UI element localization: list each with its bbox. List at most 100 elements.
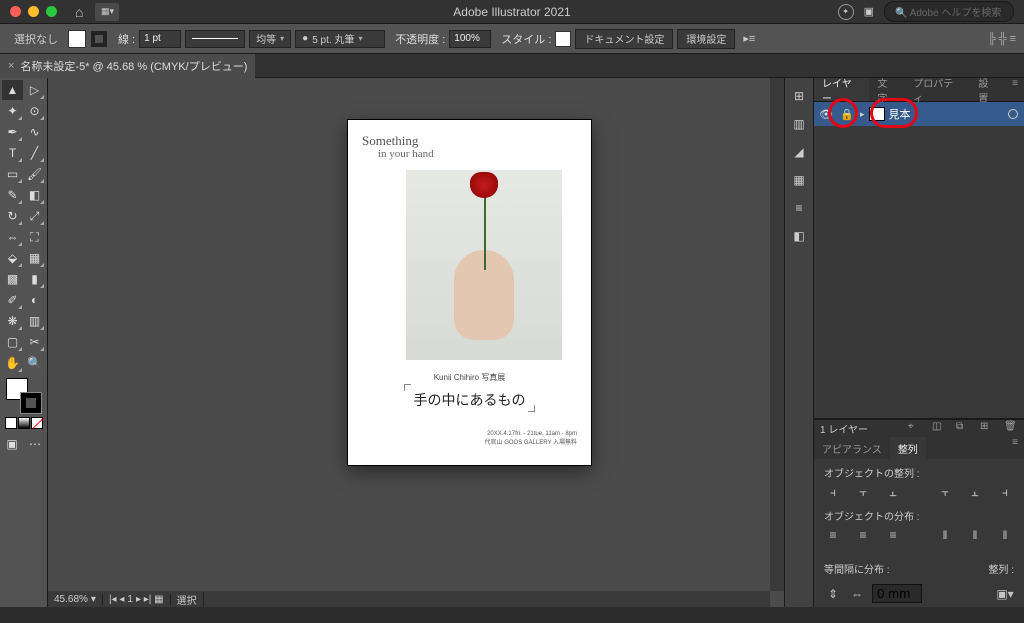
align-hcenter-icon[interactable]: ⫟ <box>854 484 872 500</box>
symbol-sprayer-tool[interactable]: ❋ <box>2 311 23 331</box>
document-tab[interactable]: × 名称未設定-5* @ 45.68 % (CMYK/プレビュー) <box>0 54 255 78</box>
align-vcenter-icon[interactable]: ⫠ <box>966 484 984 500</box>
dist-top-icon[interactable]: ≡ <box>824 527 842 543</box>
edit-toolbar[interactable]: ⋯ <box>24 434 46 454</box>
preferences-button[interactable]: 環境設定 <box>677 29 735 49</box>
properties-icon[interactable]: ⊞ <box>791 88 807 104</box>
screen-mode[interactable]: ▣ <box>1 434 23 454</box>
mesh-tool[interactable]: ▩ <box>2 269 23 289</box>
canvas[interactable]: Something in your hand Kunii Chihiro 写真展… <box>48 78 784 607</box>
libraries-icon[interactable]: ▥ <box>791 116 807 132</box>
stroke-swatch[interactable] <box>90 30 108 48</box>
color-icon[interactable]: ◢ <box>791 144 807 160</box>
fill-swatch[interactable] <box>68 30 86 48</box>
artboard-tool[interactable]: ▢ <box>2 332 23 352</box>
minimize-window[interactable] <box>28 6 39 17</box>
shape-builder-tool[interactable]: ⬙ <box>2 248 23 268</box>
tab-appearance[interactable]: アピアランス <box>814 437 890 459</box>
eraser-tool[interactable]: ◧ <box>24 185 45 205</box>
document-setup-button[interactable]: ドキュメント設定 <box>575 29 673 49</box>
brush-drop[interactable]: ● 5 pt. 丸筆 <box>295 30 385 48</box>
lasso-tool[interactable]: ⊙ <box>24 101 45 121</box>
style-swatch[interactable] <box>555 31 571 47</box>
scale-tool[interactable]: ⤢ <box>24 206 45 226</box>
align-to-selection-icon[interactable]: ▣▾ <box>996 586 1014 602</box>
graph-tool[interactable]: ▥ <box>24 311 45 331</box>
lock-icon[interactable]: 🔒 <box>838 105 856 123</box>
dist-vcenter-icon[interactable]: ≡ <box>854 527 872 543</box>
dist-vspace-icon[interactable]: ⇕ <box>824 586 842 602</box>
visibility-icon[interactable]: 👁 <box>818 108 834 121</box>
color-mode-color[interactable] <box>5 417 17 429</box>
shaper-tool[interactable]: ✎ <box>2 185 23 205</box>
tab-properties[interactable]: プロパティ <box>905 78 970 101</box>
curvature-tool[interactable]: ∿ <box>24 122 45 142</box>
help-search-input[interactable]: 🔍 Adobe ヘルプを検索 <box>884 1 1014 22</box>
vertical-scrollbar[interactable] <box>770 78 784 591</box>
perspective-tool[interactable]: ▦ <box>24 248 45 268</box>
align-icons-group[interactable]: ╠ ╬ ≡ <box>988 33 1016 45</box>
artboard[interactable]: Something in your hand Kunii Chihiro 写真展… <box>348 120 591 465</box>
dist-right-icon[interactable]: ‖ <box>996 527 1014 543</box>
blend-tool[interactable]: ◐ <box>24 290 45 310</box>
new-layer-icon[interactable]: ⊞ <box>980 421 994 435</box>
arrange-docs-icon[interactable]: ▣ <box>864 5 874 18</box>
rectangle-tool[interactable]: ▭ <box>2 164 23 184</box>
layer-name-label[interactable]: 見本 <box>889 106 911 122</box>
expand-icon[interactable]: ▸ <box>860 109 865 120</box>
workspace-switcher[interactable]: ▦▾ <box>95 3 119 21</box>
user-profile-icon[interactable]: ✦ <box>838 4 854 20</box>
stroke-weight-input[interactable] <box>139 30 181 48</box>
align-left-icon[interactable]: ⫞ <box>824 484 842 500</box>
stroke-align-drop[interactable]: 均等 <box>249 30 291 48</box>
align-right-icon[interactable]: ⫠ <box>884 484 902 500</box>
width-tool[interactable]: ⇔ <box>2 227 23 247</box>
swatches-icon[interactable]: ▦ <box>791 172 807 188</box>
maximize-window[interactable] <box>46 6 57 17</box>
stroke-color[interactable] <box>20 392 42 414</box>
dist-bottom-icon[interactable]: ≡ <box>884 527 902 543</box>
panel-menu-icon[interactable]: ≡ <box>1006 78 1024 101</box>
free-transform-tool[interactable]: ⛶ <box>24 227 45 247</box>
home-icon[interactable]: ⌂ <box>75 4 83 20</box>
gradient-tool[interactable]: ▮ <box>24 269 45 289</box>
dist-hcenter-icon[interactable]: ‖ <box>966 527 984 543</box>
align-bottom-icon[interactable]: ⫞ <box>996 484 1014 500</box>
make-clipping-mask-icon[interactable]: ◫ <box>932 421 946 435</box>
layer-row[interactable]: 👁 🔒 ▸ 見本 <box>814 102 1024 126</box>
stroke-panel-icon[interactable]: ≡ <box>791 200 807 216</box>
color-mode-none[interactable] <box>31 417 43 429</box>
selection-tool[interactable]: ▲ <box>2 80 23 100</box>
delete-layer-icon[interactable]: 🗑 <box>1004 421 1018 435</box>
magic-wand-tool[interactable]: ✦ <box>2 101 23 121</box>
tab-align[interactable]: 整列 <box>890 437 926 459</box>
align-top-icon[interactable]: ⫟ <box>936 484 954 500</box>
locate-object-icon[interactable]: ⌖ <box>908 421 922 435</box>
layer-thumbnail[interactable] <box>869 107 885 121</box>
rotate-tool[interactable]: ↻ <box>2 206 23 226</box>
direct-selection-tool[interactable]: ▷ <box>24 80 45 100</box>
align-panel-menu-icon[interactable]: ≡ <box>1006 437 1024 459</box>
zoom-tool[interactable]: 🔍 <box>24 353 45 373</box>
more-icon[interactable]: ▸≡ <box>743 32 755 45</box>
create-sublayer-icon[interactable]: ⧉ <box>956 421 970 435</box>
dist-left-icon[interactable]: ‖ <box>936 527 954 543</box>
gradient-panel-icon[interactable]: ◧ <box>791 228 807 244</box>
fill-stroke-control[interactable] <box>4 378 44 414</box>
zoom-level[interactable]: 45.68% ▾ <box>48 594 103 605</box>
hand-tool[interactable]: ✋ <box>2 353 23 373</box>
opacity-input[interactable] <box>449 30 491 48</box>
pen-tool[interactable]: ✒ <box>2 122 23 142</box>
close-window[interactable] <box>10 6 21 17</box>
spacing-value-input[interactable] <box>872 584 922 603</box>
eyedropper-tool[interactable]: ✐ <box>2 290 23 310</box>
color-mode-gradient[interactable] <box>18 417 30 429</box>
dist-hspace-icon[interactable]: ⇔ <box>848 586 866 602</box>
tab-links[interactable]: 設置 <box>970 78 1006 101</box>
brush-tool[interactable]: 🖌 <box>24 164 45 184</box>
close-tab-icon[interactable]: × <box>8 60 14 72</box>
tab-layers[interactable]: レイヤー <box>814 78 869 101</box>
target-icon[interactable] <box>1008 109 1018 119</box>
stroke-profile[interactable] <box>185 30 245 48</box>
line-tool[interactable]: ╱ <box>24 143 45 163</box>
